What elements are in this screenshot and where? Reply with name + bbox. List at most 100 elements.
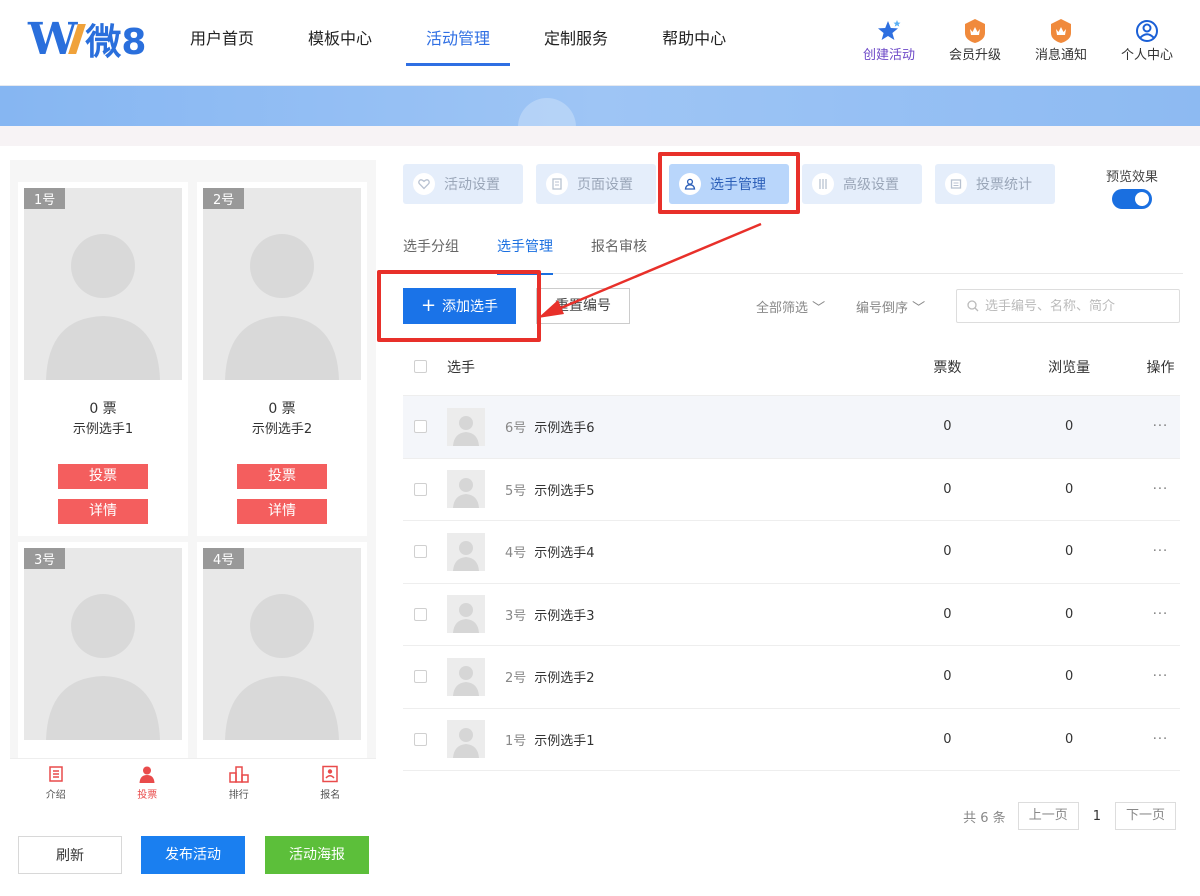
- detail-button[interactable]: 详情: [58, 499, 148, 524]
- table-header: 选手 票数 浏览量 操作: [403, 338, 1180, 396]
- row-checkbox[interactable]: [414, 732, 427, 746]
- signup-form-icon: [322, 765, 338, 783]
- step-activity-settings[interactable]: 活动设置: [403, 164, 523, 204]
- sort-order-dropdown[interactable]: 编号倒序 ﹀: [856, 297, 925, 316]
- view-count: 0: [1065, 669, 1074, 685]
- contestant-number: 4号: [505, 546, 527, 562]
- nav-item-help-center[interactable]: 帮助中心: [642, 0, 746, 86]
- refresh-button[interactable]: 刷新: [18, 836, 122, 874]
- contestant-name: 示例选手5: [534, 483, 595, 499]
- vote-button[interactable]: 投票: [237, 464, 327, 489]
- filter-all-dropdown[interactable]: 全部筛选 ﹀: [756, 297, 825, 316]
- more-actions-button[interactable]: ···: [1101, 607, 1180, 622]
- table-row[interactable]: 1号 示例选手1 0 0 ···: [403, 709, 1180, 771]
- preview-card-grid[interactable]: 1号 0 票 示例选手1 投票 详情 2号 0 票 示例选手2 投票 详情 3号…: [10, 160, 376, 758]
- vote-button[interactable]: 投票: [58, 464, 148, 489]
- brand-logo[interactable]: W 微8: [28, 13, 146, 65]
- select-all-checkbox[interactable]: [414, 360, 427, 373]
- view-count: 0: [1065, 481, 1074, 497]
- table-row[interactable]: 5号 示例选手5 0 0 ···: [403, 459, 1180, 521]
- vote-count: 0: [943, 606, 952, 622]
- preview-tab-vote[interactable]: 投票: [102, 759, 194, 808]
- contestant-name: 示例选手1: [534, 733, 595, 749]
- prev-page-button[interactable]: 上一页: [1017, 802, 1079, 830]
- contestant-name: 示例选手3: [534, 608, 595, 624]
- tab-contestant-groups[interactable]: 选手分组: [403, 234, 459, 274]
- contestant-thumbnail: [447, 657, 485, 696]
- main-panel: 活动设置 页面设置 选手管理 高级设置 投票统计 预览效果 选手分组 选手管理 …: [377, 146, 1200, 896]
- filter-all-label: 全部筛选: [756, 301, 809, 316]
- vote-count: 0: [943, 731, 952, 747]
- create-activity-button[interactable]: 创建活动: [846, 18, 932, 63]
- heart-icon: [413, 173, 435, 195]
- table-row[interactable]: 3号 示例选手3 0 0 ···: [403, 584, 1180, 646]
- chevron-down-icon: ﹀: [812, 301, 826, 316]
- step-vote-statistics[interactable]: 投票统计: [935, 164, 1055, 204]
- user-circle-icon: [1104, 18, 1190, 44]
- avatar-placeholder: 4号: [203, 548, 361, 740]
- member-upgrade-button[interactable]: 会员升级: [932, 18, 1018, 63]
- search-icon: [967, 300, 979, 312]
- publish-activity-button[interactable]: 发布活动: [141, 836, 245, 874]
- preview-tab-intro[interactable]: 介绍: [10, 759, 102, 808]
- more-actions-button[interactable]: ···: [1101, 482, 1180, 497]
- preview-card: 2号 0 票 示例选手2 投票 详情: [197, 182, 367, 536]
- table-row[interactable]: 2号 示例选手2 0 0 ···: [403, 646, 1180, 709]
- nav-item-custom-service[interactable]: 定制服务: [524, 0, 628, 86]
- view-count: 0: [1065, 606, 1074, 622]
- top-banner: [0, 86, 1200, 156]
- star-icon: [846, 18, 932, 44]
- current-page[interactable]: 1: [1093, 809, 1101, 824]
- more-actions-button[interactable]: ···: [1101, 669, 1180, 684]
- preview-effect-switch[interactable]: [1112, 189, 1152, 209]
- notifications-button[interactable]: 消息通知: [1018, 18, 1104, 63]
- activity-poster-button[interactable]: 活动海报: [265, 836, 369, 874]
- table-row[interactable]: 6号 示例选手6 0 0 ···: [403, 396, 1180, 459]
- settings-icon: [812, 173, 834, 195]
- more-actions-button[interactable]: ···: [1101, 732, 1180, 747]
- contestant-table: 选手 票数 浏览量 操作 6号 示例选手6 0 0 ··· 5号 示例选手5 0: [403, 338, 1180, 771]
- profile-button[interactable]: 个人中心: [1104, 18, 1190, 63]
- step-label: 页面设置: [577, 177, 633, 193]
- contestant-number-badge: 3号: [24, 548, 66, 569]
- row-checkbox[interactable]: [414, 545, 427, 559]
- header-contestant: 选手: [447, 359, 475, 376]
- highlight-box-step: [658, 152, 800, 214]
- row-checkbox[interactable]: [414, 670, 427, 684]
- contestant-number: 1号: [505, 733, 527, 749]
- member-upgrade-label: 会员升级: [948, 48, 1001, 63]
- preview-tab-signup[interactable]: 报名: [285, 759, 377, 808]
- more-actions-button[interactable]: ···: [1101, 544, 1180, 559]
- step-advanced-settings[interactable]: 高级设置: [802, 164, 922, 204]
- contestant-name: 示例选手4: [534, 546, 595, 562]
- bell-badge-icon: [1018, 18, 1104, 44]
- next-page-button[interactable]: 下一页: [1114, 802, 1176, 830]
- row-contestant: 4号 示例选手4: [427, 532, 857, 571]
- contestant-thumbnail: [447, 720, 485, 759]
- row-checkbox[interactable]: [414, 607, 427, 621]
- row-contestant: 2号 示例选手2: [427, 657, 857, 696]
- nav-item-home[interactable]: 用户首页: [170, 0, 274, 86]
- step-page-settings[interactable]: 页面设置: [536, 164, 656, 204]
- contestant-number: 6号: [505, 421, 527, 437]
- table-row[interactable]: 4号 示例选手4 0 0 ···: [403, 521, 1180, 584]
- row-checkbox[interactable]: [414, 482, 427, 496]
- row-checkbox[interactable]: [414, 420, 427, 434]
- card-vote-count: 0 票: [89, 401, 117, 417]
- avatar-placeholder: 2号: [203, 188, 361, 380]
- logo-w-mark: W: [28, 13, 77, 65]
- row-contestant: 3号 示例选手3: [427, 595, 857, 634]
- nav-item-templates[interactable]: 模板中心: [288, 0, 392, 86]
- contestant-number: 3号: [505, 608, 527, 624]
- person-icon: [139, 766, 155, 783]
- preview-tab-ranking[interactable]: 排行: [193, 759, 285, 808]
- vote-count: 0: [943, 481, 952, 497]
- search-input[interactable]: [985, 298, 1165, 314]
- header-actions: 操作: [1146, 359, 1175, 376]
- more-actions-button[interactable]: ···: [1101, 419, 1180, 434]
- preview-tab-intro-label: 介绍: [45, 790, 66, 801]
- detail-button[interactable]: 详情: [237, 499, 327, 524]
- nav-item-activity-management[interactable]: 活动管理: [406, 0, 511, 86]
- pagination: 共 6 条 上一页 1 下一页: [963, 802, 1176, 830]
- step-label: 活动设置: [444, 177, 500, 193]
